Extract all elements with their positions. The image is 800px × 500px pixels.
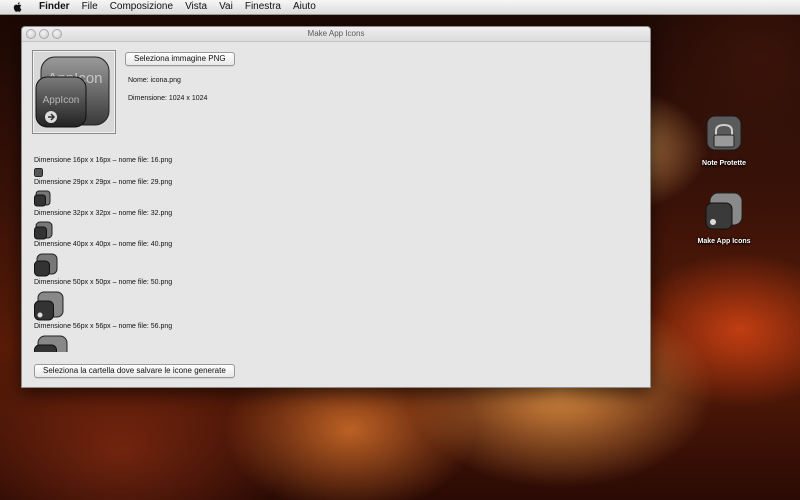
file-name-label: Nome: icona.png [128, 77, 181, 84]
size-50-label: Dimensione 50px x 50px – nome file: 50.p… [34, 279, 173, 286]
menu-vista[interactable]: Vista [179, 0, 213, 14]
icon-29-thumbnail [34, 190, 51, 207]
menubar: Finder File Composizione Vista Vai Fines… [0, 0, 800, 15]
menu-finestra[interactable]: Finestra [239, 0, 287, 14]
icon-40-thumbnail [34, 253, 58, 277]
size-32-label: Dimensione 32px x 32px – nome file: 32.p… [34, 210, 173, 217]
desktop-icon-make-app-icons[interactable]: Make App Icons [686, 191, 762, 245]
zoom-window-button[interactable] [52, 29, 62, 39]
size-29-label: Dimensione 29px x 29px – nome file: 29.p… [34, 179, 173, 186]
file-dimension-label: Dimensione: 1024 x 1024 [128, 95, 208, 102]
notes-lock-icon [706, 115, 742, 151]
window-title: Make App Icons [307, 29, 365, 38]
image-preview: AppIcon AppIcon [32, 50, 116, 134]
size-40-label: Dimensione 40px x 40px – nome file: 40.p… [34, 241, 173, 248]
desktop-icon-label: Make App Icons [697, 238, 751, 245]
icon-50-thumbnail [34, 291, 64, 321]
app-icon [705, 192, 743, 230]
icon-32-thumbnail [34, 221, 53, 240]
apple-menu-icon[interactable] [11, 1, 25, 13]
minimize-window-button[interactable] [39, 29, 49, 39]
window-titlebar[interactable]: Make App Icons [22, 27, 650, 42]
icon-16-thumbnail [34, 168, 43, 177]
preview-text-small: AppIcon [43, 95, 80, 106]
select-folder-button[interactable]: Seleziona la cartella dove salvare le ic… [34, 364, 235, 378]
menu-finder[interactable]: Finder [33, 0, 76, 14]
close-window-button[interactable] [26, 29, 36, 39]
size-56-label: Dimensione 56px x 56px – nome file: 56.p… [34, 323, 173, 330]
app-window: Make App Icons AppIcon AppIcon Seleziona… [21, 26, 651, 388]
icon-56-thumbnail [34, 335, 68, 352]
menu-file[interactable]: File [76, 0, 104, 14]
size-16-label: Dimensione 16px x 16px – nome file: 16.p… [34, 157, 173, 164]
select-png-button[interactable]: Seleziona immagine PNG [125, 52, 235, 66]
desktop-icon-note-protette[interactable]: Note Protette [686, 113, 762, 167]
desktop-icon-label: Note Protette [702, 160, 746, 167]
menu-vai[interactable]: Vai [213, 0, 239, 14]
app-icon-preview-icon: AppIcon AppIcon [35, 56, 110, 128]
menu-aiuto[interactable]: Aiuto [287, 0, 322, 14]
menu-composizione[interactable]: Composizione [104, 0, 179, 14]
